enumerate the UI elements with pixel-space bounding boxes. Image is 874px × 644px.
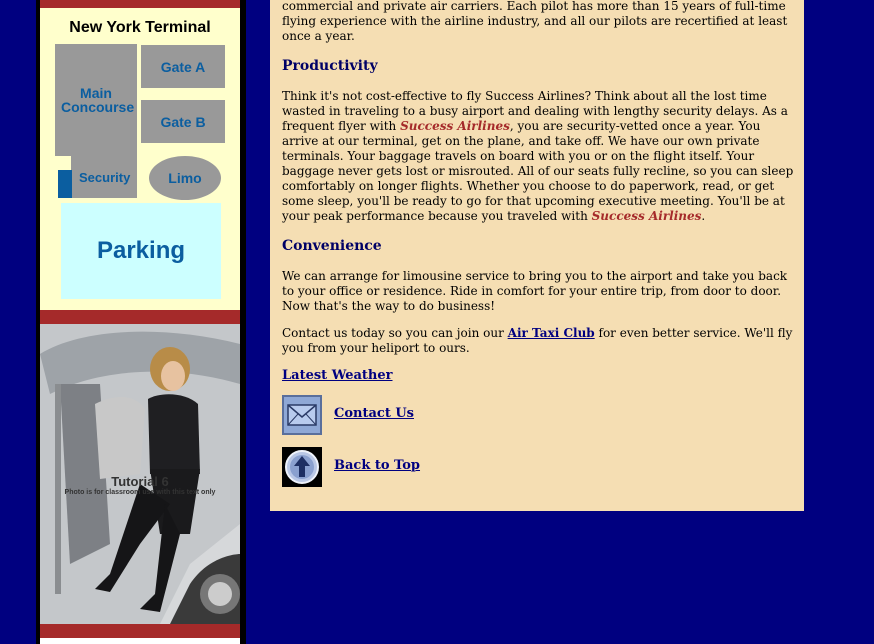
main-concourse-label: Main Concourse	[61, 85, 135, 115]
limousine-photo: Tutorial 6 Photo is for classroom use wi…	[40, 324, 240, 624]
air-taxi-club-link[interactable]: Air Taxi Club	[508, 326, 595, 340]
brand-name: Success Airlines	[400, 119, 510, 133]
parking-zone[interactable]: Parking	[61, 203, 221, 299]
convenience-heading: Convenience	[282, 238, 382, 254]
productivity-paragraph: Think it's not cost-effective to fly Suc…	[282, 89, 794, 224]
photo-caption-title: Tutorial 6	[111, 474, 169, 489]
gate-b-label: Gate B	[160, 113, 206, 130]
parking-label: Parking	[96, 237, 186, 264]
intro-paragraph: commercial and private air carriers. Eac…	[282, 0, 788, 43]
security-marker	[58, 170, 72, 198]
productivity-text-3: .	[701, 209, 706, 223]
contact-paragraph: Contact us today so you can join our Air…	[282, 326, 794, 356]
productivity-text-2: , you are security-vetted once a year. Y…	[282, 119, 794, 223]
limo-zone[interactable]: Limo	[149, 156, 221, 200]
photo-caption: Tutorial 6 Photo is for classroom use wi…	[40, 474, 240, 496]
photo-caption-note: Photo is for classroom use with this tex…	[64, 489, 216, 496]
gate-a-zone[interactable]: Gate A	[141, 45, 225, 88]
sidebar-bottom-bar	[40, 624, 240, 638]
terminal-map-title: New York Terminal	[69, 19, 211, 36]
productivity-heading: Productivity	[282, 58, 378, 74]
envelope-icon[interactable]	[282, 395, 322, 435]
sidebar-top-bar	[40, 0, 240, 8]
sidebar-panel: New York Terminal Main Concourse Securit…	[40, 0, 240, 644]
limo-label: Limo	[168, 170, 202, 186]
back-to-top-link[interactable]: Back to Top	[334, 458, 420, 473]
main-concourse-zone[interactable]: Main Concourse	[55, 44, 137, 156]
sidebar: New York Terminal Main Concourse Securit…	[36, 0, 246, 644]
contact-text-1: Contact us today so you can join our	[282, 326, 508, 340]
security-label: Security	[79, 170, 131, 185]
terminal-map: New York Terminal Main Concourse Securit…	[40, 8, 240, 310]
brand-name: Success Airlines	[591, 209, 702, 223]
gate-a-label: Gate A	[160, 58, 206, 75]
up-arrow-icon[interactable]	[282, 447, 322, 487]
gate-b-zone[interactable]: Gate B	[141, 100, 225, 143]
main-content: commercial and private air carriers. Eac…	[270, 0, 804, 511]
convenience-paragraph: We can arrange for limousine service to …	[282, 269, 788, 313]
contact-us-link[interactable]: Contact Us	[334, 406, 414, 421]
sidebar-mid-bar	[40, 310, 240, 324]
latest-weather-link[interactable]: Latest Weather	[282, 368, 393, 383]
